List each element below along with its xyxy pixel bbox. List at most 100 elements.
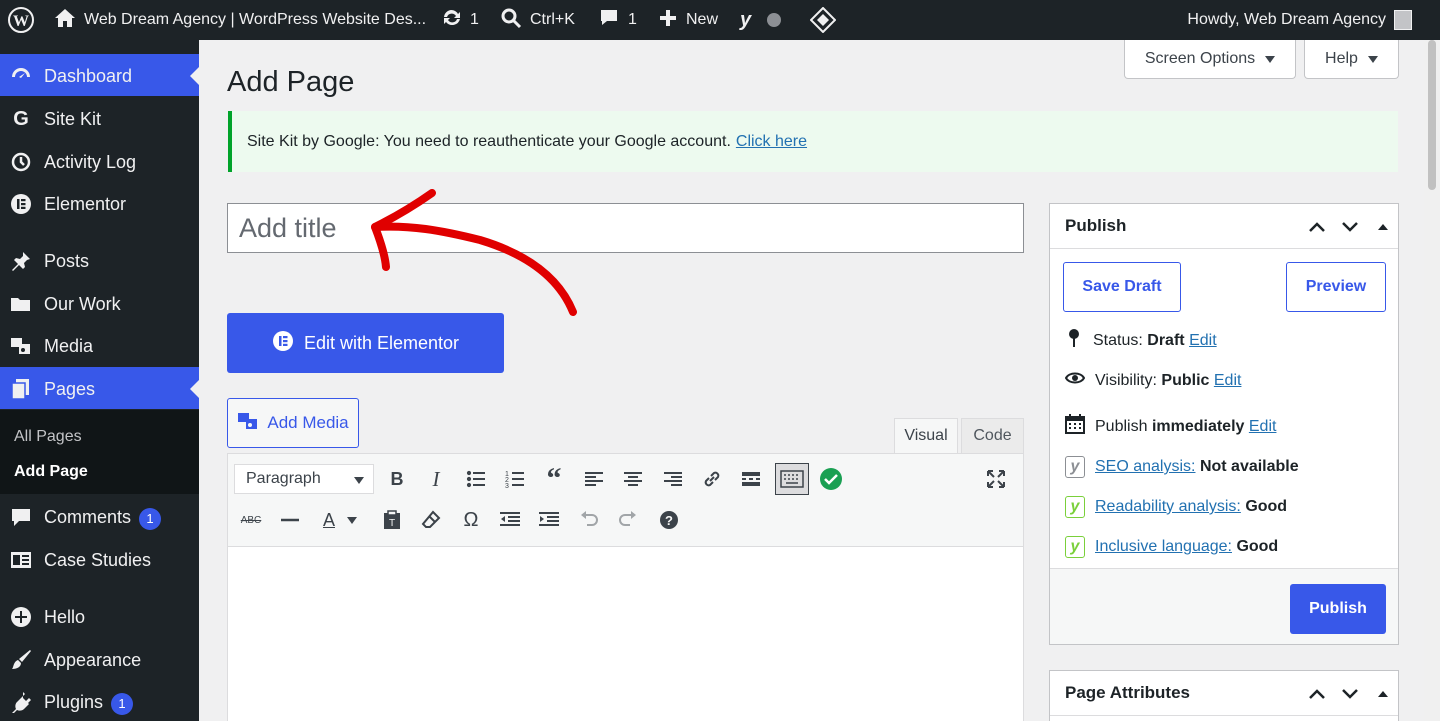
- text-color-icon[interactable]: A: [314, 505, 344, 535]
- seo-analysis-link[interactable]: SEO analysis:: [1095, 458, 1195, 475]
- svg-text:T: T: [389, 518, 395, 529]
- screen-options-button[interactable]: Screen Options: [1124, 40, 1296, 79]
- pin-icon: [1065, 328, 1083, 353]
- chevron-up-icon[interactable]: [1306, 216, 1328, 238]
- readability-analysis-link[interactable]: Readability analysis:: [1095, 498, 1241, 515]
- status-edit-link[interactable]: Edit: [1189, 332, 1217, 349]
- sidebar-item-pages[interactable]: Pages: [0, 367, 199, 409]
- page-scrollbar[interactable]: [1424, 40, 1440, 721]
- submenu-item-add-page[interactable]: Add Page: [14, 463, 88, 481]
- media-icon: [10, 335, 32, 357]
- chevron-up-icon[interactable]: [1306, 683, 1328, 705]
- chevron-down-icon[interactable]: [1339, 216, 1361, 238]
- updates-link[interactable]: 1: [440, 0, 479, 40]
- undo-icon[interactable]: [574, 505, 604, 535]
- my-account-link[interactable]: Howdy, Web Dream Agency: [1187, 0, 1412, 40]
- submenu-item-all-pages[interactable]: All Pages: [14, 428, 82, 446]
- comments-link[interactable]: 1: [598, 0, 637, 40]
- add-media-button[interactable]: Add Media: [227, 398, 359, 448]
- sidebar-item-label: Elementor: [44, 194, 127, 214]
- sidebar-item-our-work[interactable]: Our Work: [0, 282, 199, 324]
- brush-icon: [10, 649, 32, 671]
- chevron-down-icon[interactable]: [1339, 683, 1361, 705]
- add-media-label: Add Media: [267, 413, 349, 432]
- edit-with-elementor-button[interactable]: Edit with Elementor: [227, 313, 504, 373]
- toolbar-toggle-icon[interactable]: [775, 463, 809, 495]
- sidebar-item-hello[interactable]: Hello: [0, 595, 199, 637]
- yoast-menu[interactable]: y: [740, 0, 782, 40]
- toggle-panel-icon[interactable]: [1372, 683, 1394, 705]
- svg-text:?: ?: [665, 513, 673, 528]
- publish-box-title: Publish: [1065, 216, 1127, 235]
- toggle-panel-icon[interactable]: [1372, 216, 1394, 238]
- align-right-icon[interactable]: [658, 464, 688, 494]
- classic-editor: Paragraph B I 123 “ ABC A T Ω ?: [227, 453, 1024, 721]
- publish-actions: Publish: [1050, 568, 1398, 644]
- inclusive-language-link[interactable]: Inclusive language:: [1095, 538, 1232, 555]
- new-label: New: [686, 11, 719, 28]
- publish-date-label: Publish: [1095, 417, 1148, 435]
- blockquote-icon[interactable]: “: [539, 462, 569, 495]
- paste-text-icon[interactable]: T: [377, 505, 407, 535]
- publish-date-edit-link[interactable]: Edit: [1249, 418, 1277, 435]
- notice-link[interactable]: Click here: [736, 133, 807, 151]
- align-left-icon[interactable]: [579, 464, 609, 494]
- wordpress-logo-icon[interactable]: W: [8, 0, 34, 40]
- tab-code[interactable]: Code: [961, 418, 1024, 454]
- sidebar-item-dashboard[interactable]: Dashboard: [0, 54, 199, 96]
- page-title: Add Page: [227, 66, 355, 98]
- publish-box: Publish Save Draft Preview Status: Draft…: [1049, 203, 1399, 645]
- help-button[interactable]: Help: [1304, 40, 1399, 79]
- sidebar-item-comments[interactable]: Comments 1: [0, 495, 199, 537]
- italic-icon[interactable]: I: [421, 464, 451, 494]
- strikethrough-icon[interactable]: ABC: [236, 505, 266, 535]
- text-color-caret-icon[interactable]: [344, 505, 360, 535]
- sidebar-item-elementor[interactable]: Elementor: [0, 182, 199, 224]
- visibility-edit-link[interactable]: Edit: [1214, 372, 1242, 389]
- new-content-link[interactable]: New: [658, 0, 718, 40]
- sidebar-item-activity-log[interactable]: Activity Log: [0, 140, 199, 182]
- bold-icon[interactable]: B: [382, 464, 412, 494]
- pages-icon: [10, 378, 32, 400]
- outdent-icon[interactable]: [495, 505, 525, 535]
- calendar-icon: [1065, 414, 1085, 439]
- horizontal-line-icon[interactable]: [275, 505, 305, 535]
- status-label: Status:: [1093, 331, 1143, 349]
- sidebar-item-case-studies[interactable]: Case Studies: [0, 538, 199, 580]
- redo-icon[interactable]: [613, 505, 643, 535]
- caret-down-icon: [1367, 55, 1378, 63]
- read-more-icon[interactable]: [736, 464, 766, 494]
- publish-button[interactable]: Publish: [1290, 584, 1386, 634]
- clear-formatting-icon[interactable]: [416, 505, 446, 535]
- sidebar-item-plugins[interactable]: Plugins 1: [0, 680, 199, 721]
- publish-date-row: Publish immediately Edit: [1065, 414, 1276, 439]
- sidebar-item-media[interactable]: Media: [0, 324, 199, 366]
- indent-icon[interactable]: [534, 505, 564, 535]
- tab-visual[interactable]: Visual: [894, 418, 958, 454]
- sidebar-item-appearance[interactable]: Appearance: [0, 638, 199, 680]
- diamond-plugin-icon[interactable]: [810, 0, 836, 40]
- preview-button[interactable]: Preview: [1286, 262, 1386, 312]
- admin-sidebar: Dashboard G Site Kit Activity Log Elemen…: [0, 40, 199, 721]
- bullet-list-icon[interactable]: [461, 464, 491, 494]
- sidebar-item-label: Case Studies: [44, 550, 152, 570]
- fullscreen-icon[interactable]: [981, 464, 1011, 494]
- help-keyboard-shortcuts-icon[interactable]: ?: [654, 505, 684, 535]
- align-center-icon[interactable]: [618, 464, 648, 494]
- google-icon: G: [13, 107, 29, 130]
- title-input[interactable]: [227, 203, 1024, 253]
- sidebar-item-site-kit[interactable]: G Site Kit: [0, 97, 199, 139]
- check-icon[interactable]: [816, 464, 846, 494]
- admin-bar: W Web Dream Agency | WordPress Website D…: [0, 0, 1440, 40]
- save-draft-button[interactable]: Save Draft: [1063, 262, 1181, 312]
- special-character-icon[interactable]: Ω: [456, 505, 486, 535]
- scroll-thumb[interactable]: [1428, 40, 1436, 190]
- comments-label: Comments: [44, 507, 132, 527]
- format-select[interactable]: Paragraph: [234, 464, 374, 494]
- search-shortcut-link[interactable]: Ctrl+K: [500, 0, 575, 40]
- site-name-link[interactable]: Web Dream Agency | WordPress Website Des…: [54, 0, 426, 40]
- link-icon[interactable]: [697, 464, 727, 494]
- status-row: Status: Draft Edit: [1065, 328, 1217, 353]
- sidebar-item-posts[interactable]: Posts: [0, 239, 199, 281]
- numbered-list-icon[interactable]: 123: [500, 464, 530, 494]
